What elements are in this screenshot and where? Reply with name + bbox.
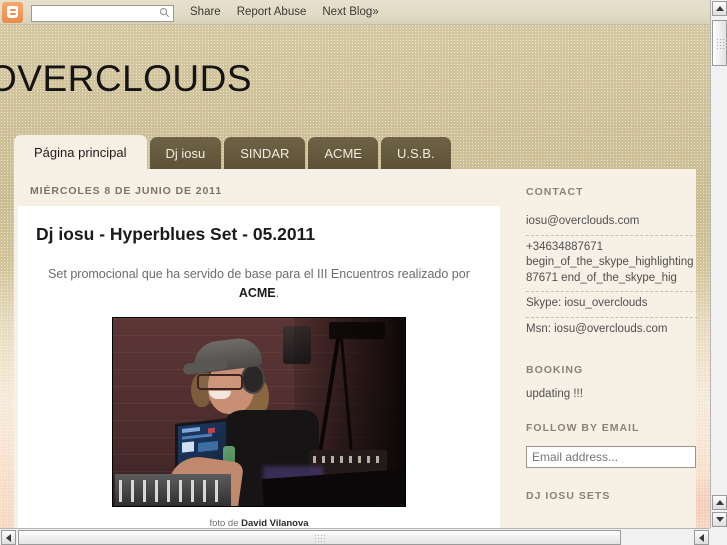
contact-skype-begin: begin_of_the_skype_highlighting [526, 256, 694, 269]
sidebar-section-follow-by-email: FOLLOW BY EMAIL [526, 422, 698, 469]
blog-header: OVERCLOUDS [0, 60, 710, 97]
contact-email[interactable]: iosu@overclouds.com [526, 210, 698, 236]
post-card: Dj iosu - Hyperblues Set - 05.2011 Set p… [18, 206, 500, 545]
tab-pagina-principal[interactable]: Página principal [14, 135, 147, 169]
browser-viewport: Share Report Abuse Next Blog» OVERCLOUDS… [0, 0, 727, 545]
blogger-b-icon[interactable] [2, 1, 23, 23]
sidebar: CONTACT iosu@overclouds.com +34634887671… [526, 186, 698, 524]
contact-skype: Skype: iosu_overclouds [526, 292, 698, 318]
sidebar-heading-contact: CONTACT [526, 186, 584, 198]
scroll-up-bottom-icon[interactable] [712, 495, 727, 510]
scroll-left-icon[interactable] [1, 530, 16, 545]
navbar-link-share[interactable]: Share [190, 6, 221, 18]
nav-tabs: Página principal Dj iosu SINDAR ACME U.S… [14, 135, 454, 169]
email-field[interactable] [526, 446, 696, 469]
photo-caption-author: David Vilanova [241, 517, 309, 529]
post-date: MIÉRCOLES 8 DE JUNIO DE 2011 [30, 185, 223, 197]
scrollbar-corner [710, 528, 727, 545]
vertical-scrollbar[interactable] [710, 0, 727, 528]
tab-dj-iosu[interactable]: Dj iosu [149, 137, 222, 169]
booking-text: updating !!! [526, 388, 583, 401]
sidebar-section-booking: BOOKING updating !!! [526, 364, 698, 400]
sidebar-section-contact: CONTACT iosu@overclouds.com +34634887671… [526, 186, 698, 342]
sidebar-heading-booking: BOOKING [526, 364, 584, 377]
photo-caption-prefix: foto de [209, 517, 242, 529]
sidebar-heading-dj-iosu-sets: DJ IOSU SETS [526, 490, 611, 503]
scroll-down-icon[interactable] [712, 512, 727, 527]
navbar-link-report-abuse[interactable]: Report Abuse [237, 6, 307, 18]
post-title[interactable]: Dj iosu - Hyperblues Set - 05.2011 [36, 224, 482, 245]
navbar-link-next-blog[interactable]: Next Blog» [322, 6, 378, 18]
post-body: Set promocional que ha servido de base p… [36, 265, 482, 303]
scroll-left-right-icon[interactable] [694, 530, 709, 545]
post-body-tail: . [275, 285, 280, 300]
blog-title[interactable]: OVERCLOUDS [0, 60, 710, 97]
horizontal-scrollbar-thumb[interactable] [18, 530, 621, 545]
contact-msn: Msn: iosu@overclouds.com [526, 322, 668, 335]
search-input[interactable] [31, 5, 174, 22]
vertical-scrollbar-thumb[interactable] [712, 20, 727, 66]
contact-phone: +34634887671 [526, 240, 604, 253]
main-column: MIÉRCOLES 8 DE JUNIO DE 2011 Dj iosu - H… [18, 185, 500, 545]
sidebar-heading-follow-by-email: FOLLOW BY EMAIL [526, 422, 640, 435]
tab-acme[interactable]: ACME [308, 137, 378, 169]
tab-sindar[interactable]: SINDAR [224, 137, 306, 169]
post-body-text: Set promocional que ha servido de base p… [48, 267, 470, 281]
horizontal-scrollbar[interactable] [0, 528, 727, 545]
contact-skype-end: 87671 end_of_the_skype_hig [526, 271, 698, 293]
dj-photo[interactable] [112, 316, 406, 507]
navbar-search [31, 4, 174, 22]
scroll-up-icon[interactable] [712, 1, 727, 16]
post-body-emphasis: ACME [238, 285, 276, 300]
post-photo-wrapper: foto de David Vilanova [36, 316, 482, 529]
photo-caption: foto de David Vilanova [36, 518, 482, 529]
tab-usb[interactable]: U.S.B. [380, 137, 451, 169]
sidebar-section-dj-iosu-sets: DJ IOSU SETS [526, 490, 698, 502]
blogger-navbar: Share Report Abuse Next Blog» [0, 0, 710, 25]
